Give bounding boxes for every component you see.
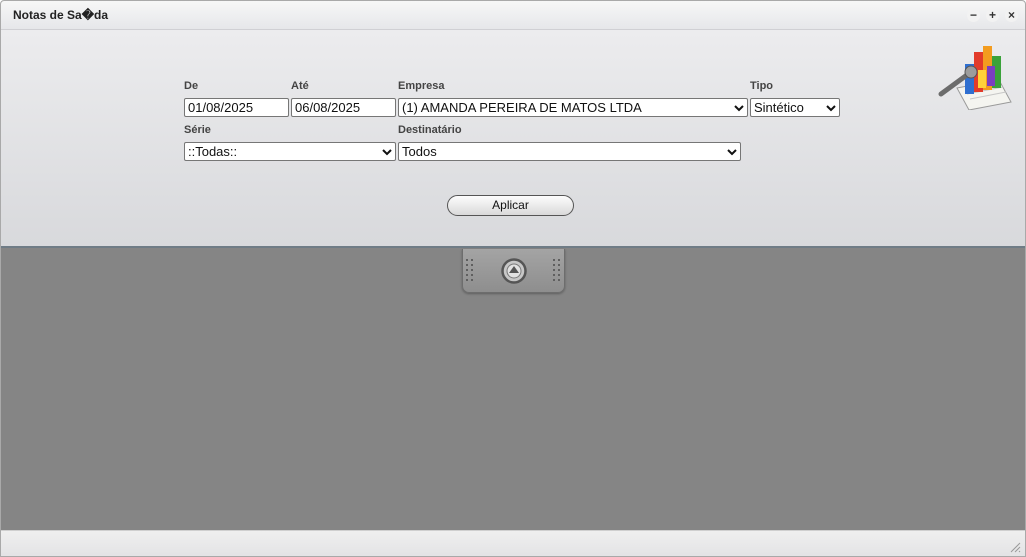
chevron-down-icon	[826, 105, 836, 112]
de-label: De	[184, 80, 199, 92]
date-from-value: 01/08/2025	[188, 100, 254, 115]
status-bar	[1, 530, 1025, 556]
destinatario-select[interactable]: Todos	[398, 142, 741, 161]
minimize-button[interactable]: −	[967, 9, 980, 22]
title-bar[interactable]: Notas de Sa�da − + ×	[1, 1, 1025, 30]
date-from-input[interactable]: 01/08/2025	[184, 98, 289, 117]
window-title: Notas de Sa�da	[13, 8, 108, 22]
chevron-down-icon	[382, 149, 392, 156]
ate-label: Até	[291, 80, 309, 92]
serie-label: Série	[184, 124, 211, 136]
chevron-down-icon	[734, 105, 744, 112]
tipo-label: Tipo	[750, 80, 774, 92]
destinatario-label: Destinatário	[398, 124, 462, 136]
date-to-value: 06/08/2025	[295, 100, 361, 115]
collapse-panel-tab[interactable]	[462, 249, 565, 293]
serie-value: ::Todas::	[188, 144, 238, 159]
destinatario-value: Todos	[402, 144, 437, 159]
empresa-label: Empresa	[398, 80, 445, 92]
empresa-value: (1) AMANDA PEREIRA DE MATOS LTDA	[402, 100, 642, 115]
tipo-select[interactable]: Sintético	[750, 98, 840, 117]
maximize-button[interactable]: +	[986, 9, 999, 22]
empresa-select[interactable]: (1) AMANDA PEREIRA DE MATOS LTDA	[398, 98, 748, 117]
resize-grip-icon[interactable]	[1009, 541, 1021, 553]
chevron-down-icon	[727, 149, 737, 156]
apply-button[interactable]: Aplicar	[447, 195, 574, 216]
report-window: Notas de Sa�da − + × De Até Empresa Tipo…	[0, 0, 1026, 557]
filter-panel: De Até Empresa Tipo 01/08/2025 06/08/202…	[1, 30, 1025, 248]
tipo-value: Sintético	[754, 100, 804, 115]
close-button[interactable]: ×	[1005, 9, 1018, 22]
grip-icon	[553, 259, 560, 281]
date-to-input[interactable]: 06/08/2025	[291, 98, 396, 117]
serie-select[interactable]: ::Todas::	[184, 142, 396, 161]
grip-icon	[466, 259, 473, 281]
bar-chart-report-icon	[938, 46, 1012, 110]
chevron-up-circle-icon[interactable]	[501, 258, 527, 284]
